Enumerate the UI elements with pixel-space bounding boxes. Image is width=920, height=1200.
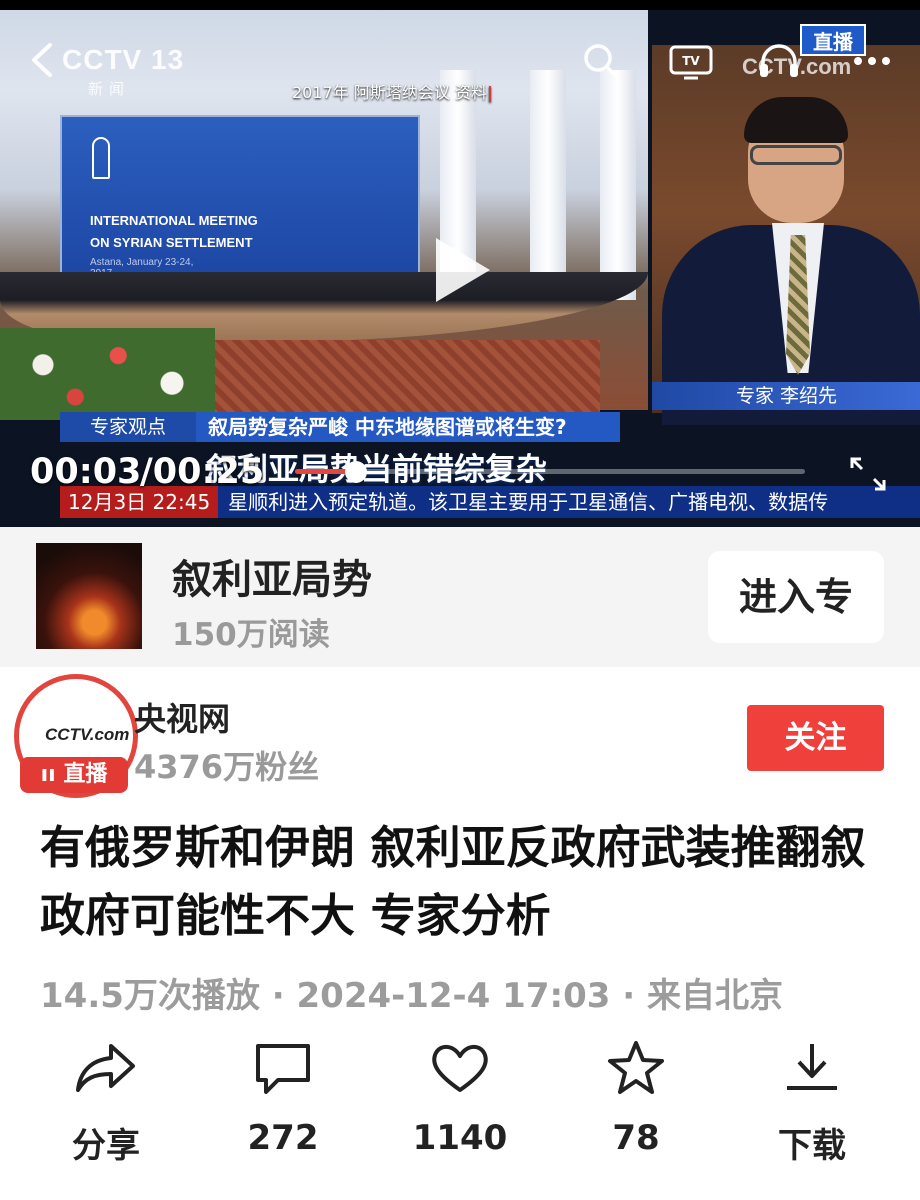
headset-icon[interactable] [756,42,802,80]
topic-thumbnail [36,543,142,649]
channel-logo: CCTV 13 [62,44,185,75]
topic-title: 叙利亚局势 [172,557,372,603]
banner-line: INTERNATIONAL MEETING [90,213,258,228]
view-tag: 专家观点 [60,412,196,442]
avatar-logo: CCTV.com [45,725,129,745]
favorite-button[interactable]: 78 [566,1040,706,1180]
live-tag[interactable]: ıı 直播 [20,757,128,793]
favorite-count: 78 [612,1118,660,1158]
share-label: 分享 [72,1126,140,1166]
expert-hair [744,97,848,143]
avatar-logo-text: CCTV.com [45,725,130,744]
author-name[interactable]: 央视网 [134,694,230,740]
download-icon [787,1044,837,1090]
article-title: 有俄罗斯和伊朗 叙利亚反政府武装推翻叙政府可能性不大 专家分析 [40,821,866,942]
headline-bar: 叙局势复杂严峻 中东地缘图谱或将生变? [196,412,620,442]
enter-topic-button[interactable]: 进入专 [708,551,884,643]
back-icon[interactable] [28,42,58,78]
source-label: 资料 [454,83,487,102]
channel-sub: 新闻 [88,80,131,98]
comment-button[interactable]: 272 [213,1040,353,1180]
like-button[interactable]: 1140 [390,1040,530,1180]
svg-text:TV: TV [682,54,700,68]
play-icon[interactable] [436,238,490,302]
fullscreen-icon[interactable] [848,455,888,493]
live-bars-icon: ıı [40,762,56,787]
more-icon[interactable] [850,48,894,74]
play-count: 14.5万次播放 [40,976,260,1016]
time-total: /00:25 [140,452,265,492]
pillar [600,70,636,300]
download-button[interactable]: 下载 [742,1040,882,1180]
flowers [0,328,215,420]
follow-button[interactable]: 关注 [747,705,884,771]
time-current: 00:03 [30,452,142,492]
source-year: 2017年 [292,83,349,102]
video-frame-expert [652,45,920,425]
publish-date: 2024-12-4 17:03 [296,976,611,1016]
source-event: 阿斯塔纳会议 [353,83,450,102]
progress-bar[interactable] [295,461,805,483]
location: 来自北京 [647,976,783,1016]
expert-glasses [750,145,842,165]
star-icon [608,1041,664,1094]
article-meta: 14.5万次播放 · 2024-12-4 17:03 · 来自北京 [40,968,783,1017]
search-icon[interactable] [582,42,620,80]
status-strip [0,0,920,10]
share-icon [76,1044,135,1092]
ticker-text: 星顺利进入预定轨道。该卫星主要用于卫星通信、广播电视、数据传 [228,490,829,514]
tv-icon[interactable]: TV [668,42,714,80]
comment-icon [256,1044,310,1094]
source-tag: 2017年 阿斯塔纳会议 资料| [292,83,493,102]
banner-emblem-icon [92,137,110,179]
share-button[interactable]: 分享 [36,1040,176,1180]
like-count: 1140 [412,1118,508,1158]
expert-caption: 专家 李绍先 [652,382,920,410]
meta-separator: · [622,976,647,1016]
comment-count: 272 [247,1118,319,1158]
conference-banner: INTERNATIONAL MEETING ON SYRIAN SETTLEMEN… [60,115,420,290]
meta-separator: · [271,976,297,1016]
topic-reads: 150万阅读 [172,617,330,653]
video-player[interactable]: INTERNATIONAL MEETING ON SYRIAN SETTLEMEN… [0,0,920,527]
pillar [530,70,566,300]
live-tag-label: 直播 [63,762,108,787]
carpet [150,340,600,420]
download-label: 下载 [778,1126,846,1166]
banner-line: ON SYRIAN SETTLEMENT [90,235,253,250]
topic-card[interactable]: 叙利亚局势 150万阅读 进入专 [0,527,920,667]
author-fans: 4376万粉丝 [134,748,320,786]
heart-icon [432,1044,488,1092]
